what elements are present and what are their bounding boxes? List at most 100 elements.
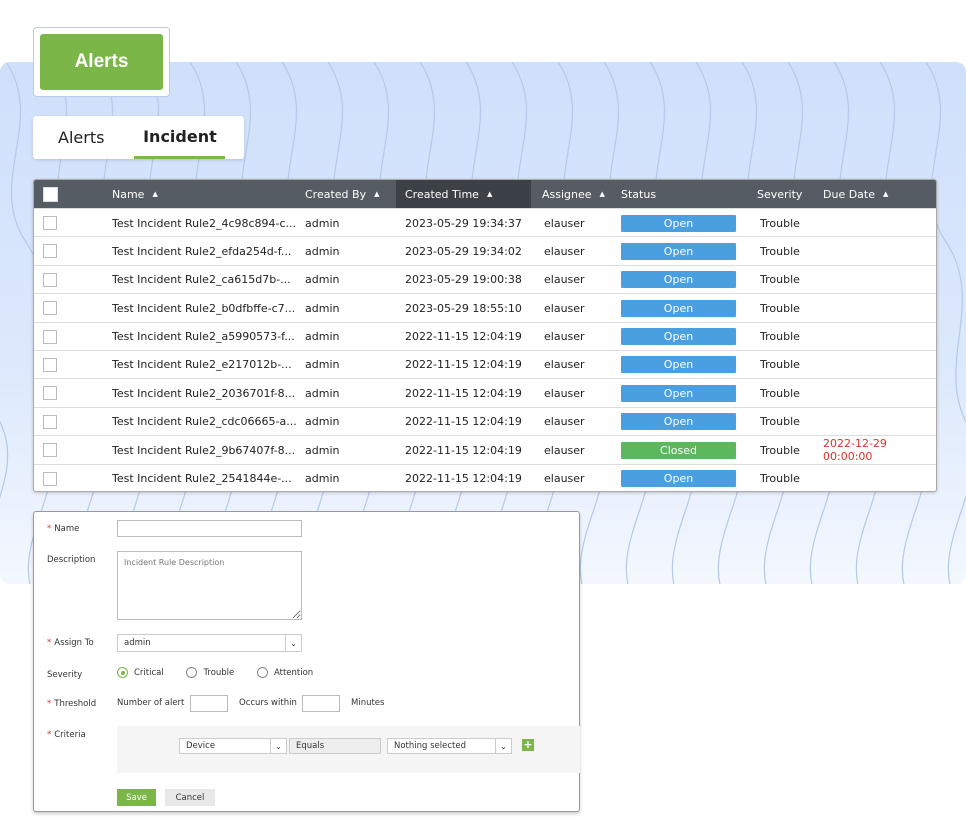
name-input[interactable] [117,520,302,537]
row-checkbox[interactable] [43,414,57,429]
cell-created-by: admin [305,443,340,457]
cell-name[interactable]: Test Incident Rule2_2036701f-8... [112,379,295,407]
cell-created-time: 2023-05-29 19:34:37 [405,216,522,230]
number-of-alert-input[interactable] [190,695,228,712]
sort-asc-icon: ▲ [486,190,493,198]
cell-created-by: admin [305,358,340,372]
status-badge: Open [621,271,736,289]
radio-selected-icon [117,667,128,678]
table-row[interactable]: Test Incident Rule2_2036701f-8... admin … [34,378,936,406]
cell-created-by: admin [305,273,340,287]
cell-assignee: elauser [544,358,585,372]
sort-asc-icon: ▲ [152,190,158,198]
radio-trouble[interactable]: Trouble [186,667,234,678]
table-row[interactable]: Test Incident Rule2_b0dfbffe-c7... admin… [34,293,936,321]
table-row[interactable]: Test Incident Rule2_9b67407f-8... admin … [34,435,936,463]
cell-created-time: 2023-05-29 18:55:10 [405,301,522,315]
cell-created-time: 2023-05-29 19:00:38 [405,273,522,287]
row-checkbox[interactable] [43,329,57,344]
criteria-label: * Criteria [47,730,86,740]
column-label: Severity [757,187,803,201]
cell-assignee: elauser [544,216,585,230]
cell-name[interactable]: Test Incident Rule2_e217012b-... [112,351,292,379]
table-row[interactable]: Test Incident Rule2_cdc06665-a... admin … [34,406,936,436]
assign-to-select[interactable]: admin ⌄ [117,634,302,652]
cell-severity: Trouble [760,472,800,486]
cell-name[interactable]: Test Incident Rule2_2541844e-... [112,465,292,491]
column-label: Status [621,187,657,201]
cancel-button[interactable]: Cancel [165,789,215,806]
tab-incident[interactable]: Incident [134,116,226,159]
cell-created-time: 2022-11-15 12:04:19 [405,386,522,400]
cell-assignee: elauser [544,386,585,400]
column-assignee[interactable]: Assignee ▲ [542,180,605,208]
status-badge: Open [621,413,736,431]
column-label: Created By [305,187,367,201]
column-name[interactable]: Name ▲ [112,180,158,208]
occurs-within-input[interactable] [302,695,340,712]
column-status[interactable]: Status [621,180,656,208]
cell-assignee: elauser [544,244,585,258]
row-checkbox[interactable] [43,471,57,486]
row-checkbox[interactable] [43,443,57,458]
cell-name[interactable]: Test Incident Rule2_efda254d-f... [112,237,291,265]
cell-name[interactable]: Test Incident Rule2_a5990573-f... [112,323,295,351]
row-checkbox[interactable] [43,272,57,287]
cell-assignee: elauser [544,301,585,315]
radio-icon [256,667,268,678]
add-criteria-plus-icon[interactable]: + [522,739,534,751]
row-checkbox[interactable] [43,357,57,372]
row-checkbox[interactable] [43,216,57,230]
cell-created-time: 2022-11-15 12:04:19 [405,415,522,429]
table-header: Name ▲ Created By ▲ Created Time ▲ Assignee… [34,180,936,208]
status-badge: Open [621,328,736,346]
cell-name[interactable]: Test Incident Rule2_9b67407f-8... [112,436,295,464]
status-badge: Closed [621,441,736,459]
cell-name[interactable]: Test Incident Rule2_cdc06665-a... [112,408,297,436]
table-row[interactable]: Test Incident Rule2_a5990573-f... admin … [34,321,936,351]
cell-name[interactable]: Test Incident Rule2_4c98c894-c... [112,209,296,237]
select-all-checkbox[interactable] [43,186,58,202]
chevron-down-icon: ⌄ [285,635,301,651]
column-created-by[interactable]: Created By ▲ [305,180,379,208]
criteria-field-select[interactable]: Device ⌄ [179,738,287,754]
cell-created-by: admin [305,415,340,429]
row-checkbox[interactable] [43,386,57,401]
table-row[interactable]: Test Incident Rule2_2541844e-... admin 2… [34,463,936,491]
cell-created-time: 2022-11-15 12:04:19 [405,443,522,457]
column-severity[interactable]: Severity [757,180,802,208]
table-row[interactable]: Test Incident Rule2_ca615d7b-... admin 2… [34,264,936,294]
cell-severity: Trouble [760,358,800,372]
description-textarea[interactable] [117,551,302,620]
minutes-label: Minutes [351,698,385,708]
status-badge: Open [621,299,736,317]
radio-critical[interactable]: Critical [117,667,164,678]
status-badge: Open [621,214,736,232]
save-button[interactable]: Save [117,789,156,806]
radio-attention[interactable]: Attention [256,667,313,678]
cell-severity: Trouble [760,301,800,315]
status-badge: Open [621,470,736,488]
row-checkbox[interactable] [43,301,57,316]
sort-asc-icon: ▲ [599,190,605,198]
table-row[interactable]: Test Incident Rule2_e217012b-... admin 2… [34,349,936,379]
table-row[interactable]: Test Incident Rule2_4c98c894-c... admin … [34,208,936,236]
criteria-value-select[interactable]: Nothing selected ⌄ [387,738,512,754]
cell-created-time: 2023-05-29 19:34:02 [405,244,522,258]
sort-asc-icon: ▲ [883,190,889,198]
tab-alerts[interactable]: Alerts [33,116,129,159]
column-created-time[interactable]: Created Time ▲ [396,180,531,208]
column-due-date[interactable]: Due Date ▲ [823,180,888,208]
cell-severity: Trouble [760,330,800,344]
cell-created-time: 2022-11-15 12:04:19 [405,472,522,486]
table-row[interactable]: Test Incident Rule2_efda254d-f... admin … [34,236,936,264]
cell-assignee: elauser [544,443,585,457]
column-label: Due Date [823,187,875,201]
cell-severity: Trouble [760,216,800,230]
alerts-button[interactable]: Alerts [40,34,163,90]
row-checkbox[interactable] [43,244,57,259]
cell-name[interactable]: Test Incident Rule2_b0dfbffe-c7... [112,294,295,322]
cell-created-time: 2022-11-15 12:04:19 [405,330,522,344]
cell-created-by: admin [305,472,340,486]
cell-name[interactable]: Test Incident Rule2_ca615d7b-... [112,266,291,294]
